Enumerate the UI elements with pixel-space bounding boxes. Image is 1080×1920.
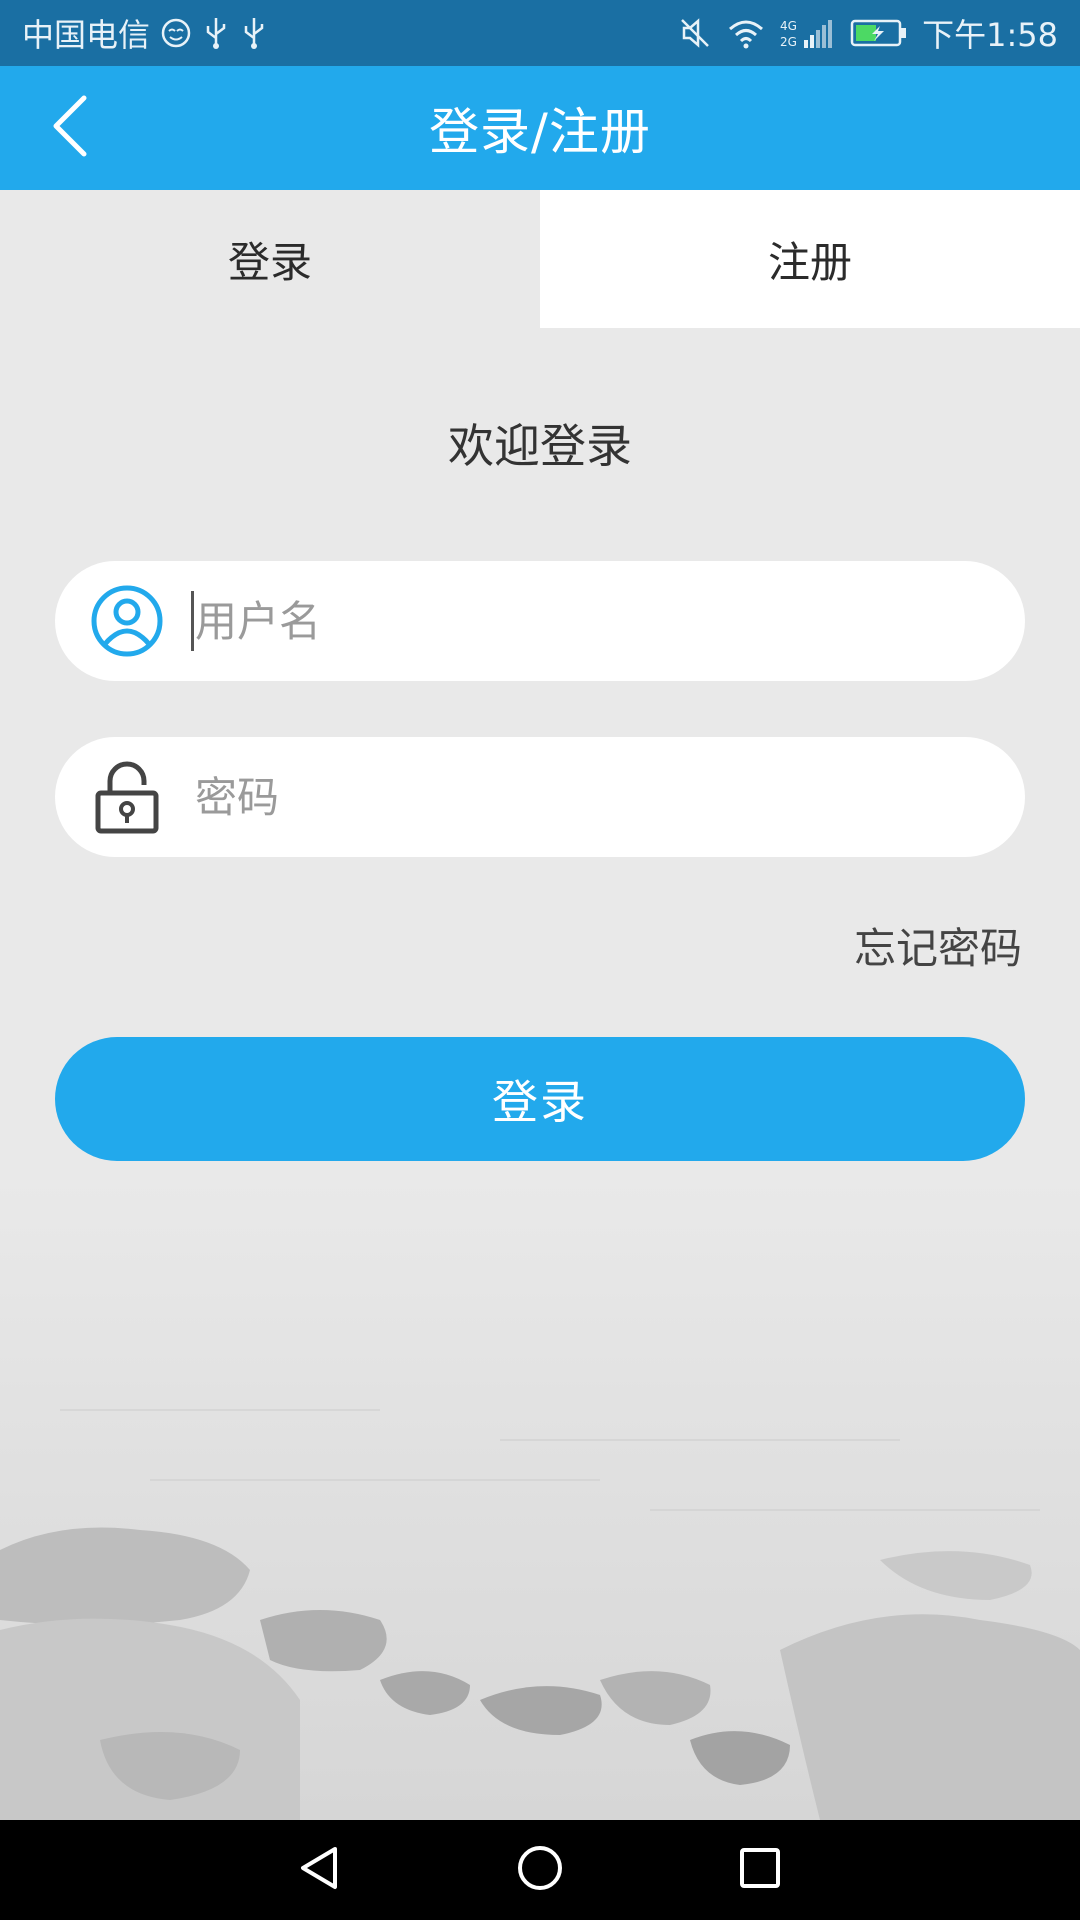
tab-bar: 登录 注册: [0, 190, 1080, 328]
recents-square-icon: [735, 1843, 785, 1897]
back-triangle-icon: [295, 1843, 345, 1897]
lock-icon: [89, 759, 165, 835]
status-right: 4G 2G 下午1:58: [678, 10, 1058, 56]
status-left: 中国电信: [22, 10, 268, 56]
forgot-password-link[interactable]: 忘记密码: [854, 915, 1022, 976]
mute-icon: [678, 16, 712, 50]
user-circle-icon: [89, 583, 165, 659]
signal-icon: 4G 2G: [780, 16, 836, 50]
app-bar: 登录/注册: [0, 66, 1080, 190]
status-bar: 中国电信 4G 2G 下午1:58: [0, 0, 1080, 66]
system-nav-bar: [0, 1820, 1080, 1920]
tab-login[interactable]: 登录: [0, 190, 540, 328]
usb-icon: [240, 16, 268, 50]
password-input[interactable]: [195, 757, 975, 837]
tab-register[interactable]: 注册: [540, 190, 1080, 328]
nav-back-button[interactable]: [285, 1835, 355, 1905]
nav-home-button[interactable]: [505, 1835, 575, 1905]
login-screen: 中国电信 4G 2G 下午1:58 登录/注册 登录 注册 欢迎登录 用户名 忘…: [0, 0, 1080, 1920]
face-icon: [160, 17, 192, 49]
status-time: 下午1:58: [922, 16, 1058, 54]
username-field[interactable]: [55, 561, 1025, 681]
password-field[interactable]: [55, 737, 1025, 857]
svg-text:4G: 4G: [780, 19, 797, 33]
wifi-icon: [726, 17, 766, 49]
carrier-label: 中国电信: [22, 16, 151, 54]
welcome-heading: 欢迎登录: [448, 419, 632, 473]
svg-text:2G: 2G: [780, 35, 797, 49]
username-input[interactable]: [195, 581, 975, 661]
battery-charging-icon: [850, 18, 908, 48]
home-circle-icon: [515, 1843, 565, 1897]
text-caret: [191, 591, 194, 651]
login-button[interactable]: 登录: [55, 1037, 1025, 1161]
background-scenery-image: [0, 1180, 1080, 1820]
page-title: 登录/注册: [429, 103, 651, 161]
usb-icon: [202, 16, 230, 50]
nav-recents-button[interactable]: [725, 1835, 795, 1905]
